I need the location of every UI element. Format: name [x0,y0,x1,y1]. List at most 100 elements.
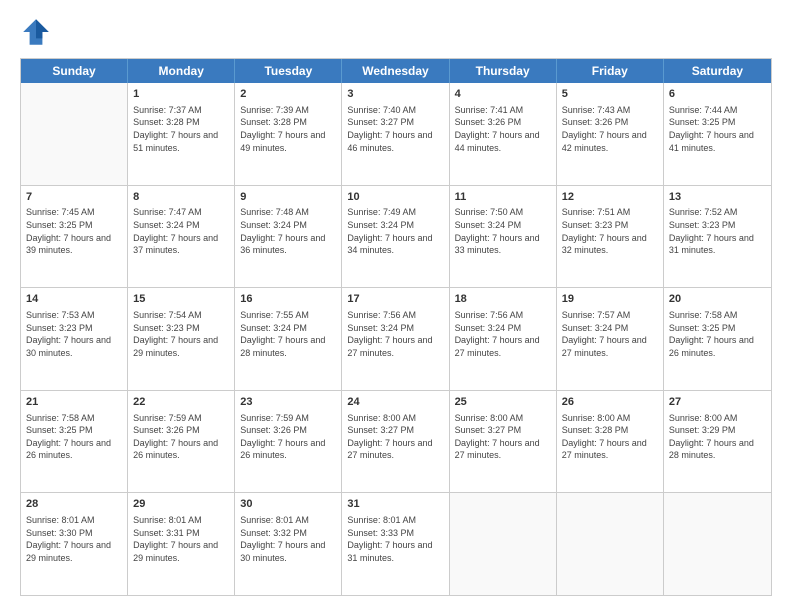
daylight-text: Daylight: 7 hours and 32 minutes. [562,233,647,256]
day-cell-15: 15Sunrise: 7:54 AMSunset: 3:23 PMDayligh… [128,288,235,390]
cell-info: Sunrise: 7:45 AMSunset: 3:25 PMDaylight:… [26,206,122,256]
sunset-text: Sunset: 3:23 PM [133,323,200,333]
day-number: 14 [26,292,122,307]
sunrise-text: Sunrise: 7:59 AM [240,413,309,423]
day-number: 2 [240,87,336,102]
daylight-text: Daylight: 7 hours and 31 minutes. [669,233,754,256]
sunrise-text: Sunrise: 7:56 AM [455,310,524,320]
cell-info: Sunrise: 7:48 AMSunset: 3:24 PMDaylight:… [240,206,336,256]
cell-info: Sunrise: 7:58 AMSunset: 3:25 PMDaylight:… [669,309,766,359]
daylight-text: Daylight: 7 hours and 30 minutes. [26,335,111,358]
empty-cell [664,493,771,595]
day-number: 27 [669,395,766,410]
day-cell-27: 27 Sunrise: 8:00 AM Sunset: 3:29 PM Dayligh… [664,391,771,493]
day-number: 13 [669,190,766,205]
sunrise-text: Sunrise: 8:00 AM [669,413,738,423]
sunset-text: Sunset: 3:27 PM [455,425,522,435]
cell-info: Sunrise: 8:00 AM Sunset: 3:29 PM Daylight:… [669,412,766,462]
sunrise-text: Sunrise: 8:01 AM [133,515,202,525]
empty-cell [21,83,128,185]
calendar-week-4: 21Sunrise: 7:58 AMSunset: 3:25 PMDayligh… [21,391,771,494]
day-cell-1: 1 Sunrise: 7:37 AMSunset: 3:28 PMDaylight… [128,83,235,185]
cell-info: Sunrise: 8:01 AMSunset: 3:30 PMDaylight:… [26,514,122,564]
sunrise-text: Sunrise: 7:56 AM [347,310,416,320]
day-number: 7 [26,190,122,205]
daylight-text: Daylight: 7 hours and 34 minutes. [347,233,432,256]
cell-info: Sunrise: 7:57 AMSunset: 3:24 PMDaylight:… [562,309,658,359]
day-number: 3 [347,87,443,102]
day-cell-18: 18 Sunrise: 7:56 AMSunset: 3:24 PMDayligh… [450,288,557,390]
sunset-text: Sunset: 3:29 PM [669,425,736,435]
logo [20,16,56,48]
day-number: 29 [133,497,229,512]
cell-info: Sunrise: 7:58 AMSunset: 3:25 PMDaylight:… [26,412,122,462]
day-number: 8 [133,190,229,205]
sunrise-text: Sunrise: 7:50 AM [455,207,524,217]
cell-info: Sunrise: 7:39 AMSunset: 3:28 PMDaylight:… [240,104,336,154]
day-number: 19 [562,292,658,307]
sunrise-text: Sunrise: 7:43 AM [562,105,631,115]
day-cell-25: 25 Sunrise: 8:00 AMSunset: 3:27 PMDayligh… [450,391,557,493]
day-number: 4 [455,87,551,102]
cell-info: Sunrise: 7:40 AMSunset: 3:27 PMDaylight:… [347,104,443,154]
day-cell-16: 16Sunrise: 7:55 AMSunset: 3:24 PMDayligh… [235,288,342,390]
day-number: 20 [669,292,766,307]
sunset-text: Sunset: 3:25 PM [26,220,93,230]
sunset-text: Sunset: 3:28 PM [133,117,200,127]
cell-info: Sunrise: 7:59 AMSunset: 3:26 PMDaylight:… [240,412,336,462]
daylight-text: Daylight: 7 hours and 51 minutes. [133,130,218,153]
empty-cell [557,493,664,595]
sunrise-text: Sunrise: 7:44 AM [669,105,738,115]
cell-info: Sunrise: 8:01 AMSunset: 3:32 PMDaylight:… [240,514,336,564]
sunset-text: Sunset: 3:30 PM [26,528,93,538]
sunset-text: Sunset: 3:26 PM [133,425,200,435]
day-number: 1 [133,87,229,102]
sunset-text: Sunset: 3:26 PM [240,425,307,435]
cell-info: Sunrise: 7:56 AMSunset: 3:24 PMDaylight:… [455,309,551,359]
daylight-text: Daylight: 7 hours and 41 minutes. [669,130,754,153]
daylight-text: Daylight: 7 hours and 42 minutes. [562,130,647,153]
daylight-text: Daylight: 7 hours and 49 minutes. [240,130,325,153]
day-number: 22 [133,395,229,410]
sunrise-text: Sunrise: 7:47 AM [133,207,202,217]
sunset-text: Sunset: 3:33 PM [347,528,414,538]
cell-info: Sunrise: 7:37 AMSunset: 3:28 PMDaylight:… [133,104,229,154]
cell-info: Sunrise: 7:49 AMSunset: 3:24 PMDaylight:… [347,206,443,256]
day-number: 12 [562,190,658,205]
sunrise-text: Sunrise: 8:01 AM [26,515,95,525]
daylight-text: Daylight: 7 hours and 30 minutes. [240,540,325,563]
day-number: 15 [133,292,229,307]
day-cell-11: 11Sunrise: 7:50 AMSunset: 3:24 PMDayligh… [450,186,557,288]
day-number: 24 [347,395,443,410]
sunset-text: Sunset: 3:25 PM [669,323,736,333]
cell-info: Sunrise: 7:44 AMSunset: 3:25 PMDaylight:… [669,104,766,154]
day-number: 10 [347,190,443,205]
calendar-week-2: 7Sunrise: 7:45 AMSunset: 3:25 PMDaylight… [21,186,771,289]
daylight-text: Daylight: 7 hours and 27 minutes. [562,335,647,358]
day-cell-19: 19 Sunrise: 7:57 AMSunset: 3:24 PMDayligh… [557,288,664,390]
sunset-text: Sunset: 3:24 PM [240,220,307,230]
sunset-text: Sunset: 3:23 PM [562,220,629,230]
day-number: 31 [347,497,443,512]
daylight-text: Daylight: 7 hours and 27 minutes. [347,335,432,358]
cell-info: Sunrise: 7:53 AMSunset: 3:23 PMDaylight:… [26,309,122,359]
sunset-text: Sunset: 3:24 PM [133,220,200,230]
calendar: SundayMondayTuesdayWednesdayThursdayFrid… [20,58,772,596]
day-number: 25 [455,395,551,410]
day-cell-20: 20Sunrise: 7:58 AMSunset: 3:25 PMDayligh… [664,288,771,390]
cell-info: Sunrise: 7:59 AMSunset: 3:26 PMDaylight:… [133,412,229,462]
cell-info: Sunrise: 8:00 AMSunset: 3:27 PMDaylight:… [455,412,551,462]
day-number: 6 [669,87,766,102]
header-day-sunday: Sunday [21,59,128,83]
sunrise-text: Sunrise: 7:58 AM [669,310,738,320]
sunset-text: Sunset: 3:26 PM [562,117,629,127]
header-day-wednesday: Wednesday [342,59,449,83]
header-day-friday: Friday [557,59,664,83]
daylight-text: Daylight: 7 hours and 28 minutes. [669,438,754,461]
day-number: 16 [240,292,336,307]
day-cell-24: 24Sunrise: 8:00 AMSunset: 3:27 PMDayligh… [342,391,449,493]
cell-info: Sunrise: 8:01 AMSunset: 3:33 PMDaylight:… [347,514,443,564]
day-number: 18 [455,292,551,307]
cell-info: Sunrise: 7:51 AMSunset: 3:23 PMDaylight:… [562,206,658,256]
sunset-text: Sunset: 3:28 PM [240,117,307,127]
